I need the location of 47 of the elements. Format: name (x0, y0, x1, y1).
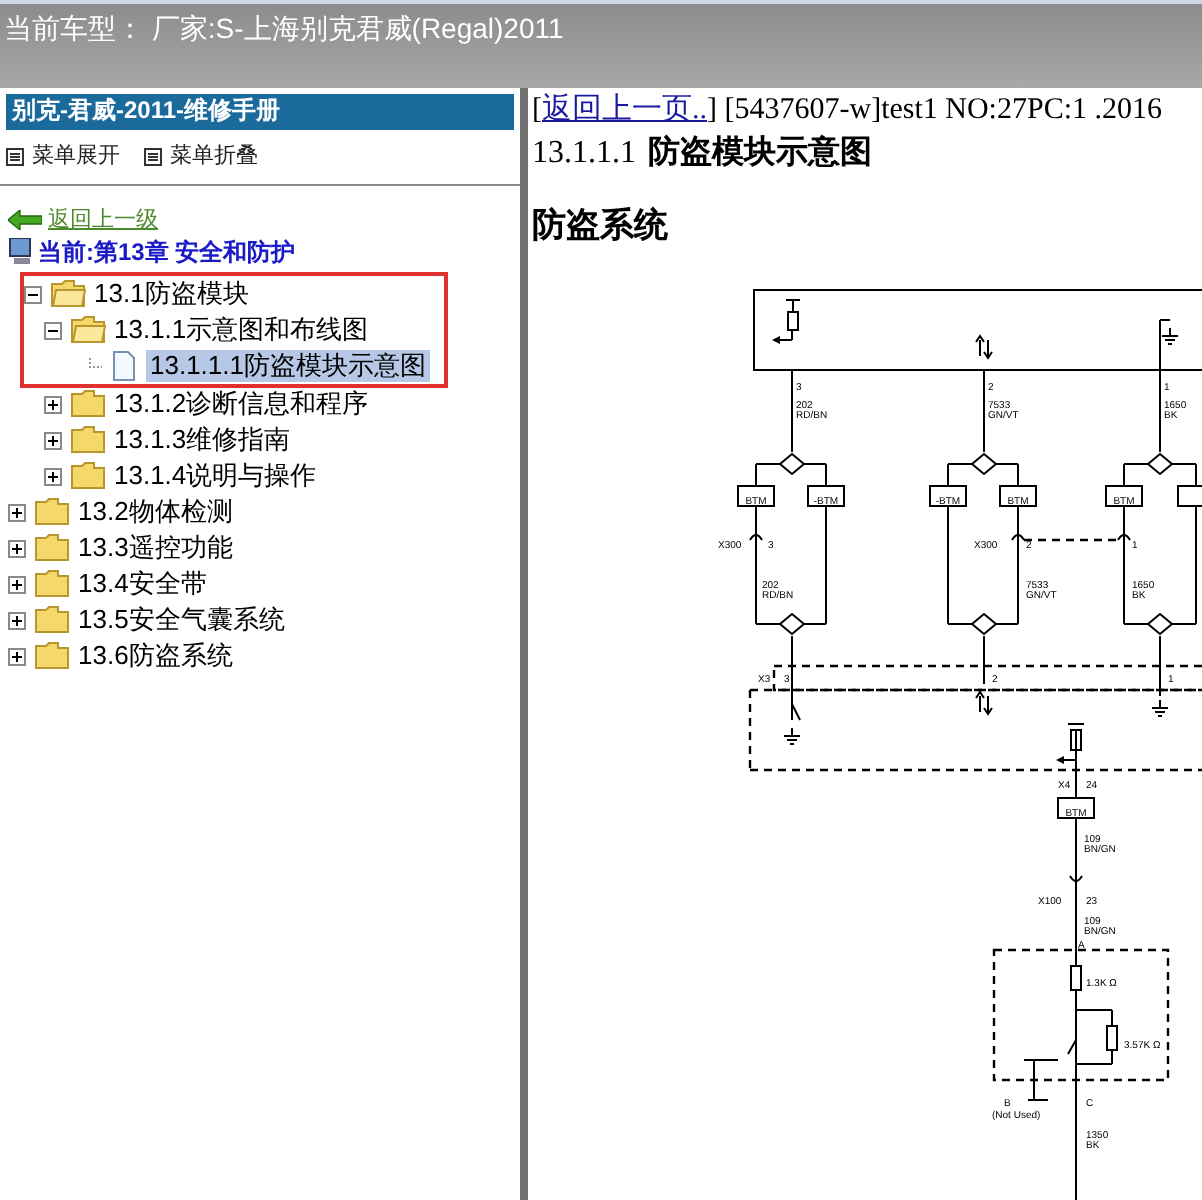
tree-item[interactable]: 13.4安全带 (74, 568, 211, 600)
tree-item[interactable]: 13.1.1示意图和布线图 (110, 314, 373, 346)
tree-item[interactable]: 13.1防盗模块 (90, 278, 253, 310)
tree-item[interactable]: 13.1.3维修指南 (110, 424, 295, 456)
back-arrow-icon[interactable] (8, 210, 42, 230)
tree-item[interactable]: 13.3遥控功能 (74, 532, 237, 564)
expand-icon[interactable] (44, 431, 62, 449)
menu-toggle-button[interactable]: 菜单展开 (6, 139, 120, 173)
tree-item[interactable]: 13.2物体检测 (74, 496, 237, 528)
folder-icon (70, 424, 106, 456)
tree-item[interactable]: 13.1.1.1防盗模块示意图 (146, 350, 430, 382)
section-heading: 防盗系统 (532, 204, 668, 248)
manual-title: 别克-君威-2011-维修手册 (6, 94, 514, 130)
list-icon (144, 147, 162, 165)
expand-icon[interactable] (44, 467, 62, 485)
open-folder-icon (70, 314, 106, 346)
folder-icon (70, 460, 106, 492)
expand-icon[interactable] (8, 539, 26, 557)
folder-icon (34, 604, 70, 636)
tree-item[interactable]: 13.5安全气囊系统 (74, 604, 289, 636)
open-folder-icon (50, 278, 86, 310)
current-chapter: 当前:第13章 安全和防护 (38, 236, 296, 270)
document-info: ] [5437607-w]test1 NO:27PC:1 .2016 (707, 92, 1162, 130)
expand-icon[interactable] (8, 611, 26, 629)
folder-icon (34, 496, 70, 528)
back-up-link[interactable]: 返回上一级 (48, 203, 158, 237)
section-number: 13.1.1.1 (532, 134, 636, 174)
menu-toggle-button[interactable]: 菜单折叠 (144, 139, 258, 173)
expand-icon[interactable] (8, 575, 26, 593)
section-title: 防盗模块示意图 (648, 132, 872, 174)
folder-icon (34, 568, 70, 600)
folder-icon (34, 532, 70, 564)
expand-icon[interactable] (8, 647, 26, 665)
folder-icon (70, 388, 106, 420)
expand-icon[interactable] (8, 503, 26, 521)
computer-icon (8, 238, 34, 266)
folder-icon (34, 640, 70, 672)
tree-item[interactable]: 13.6防盗系统 (74, 640, 237, 672)
tree-item[interactable]: 13.1.2诊断信息和程序 (110, 388, 373, 420)
bracket: [ (532, 92, 542, 130)
vehicle-model-title: 当前车型： 厂家:S-上海别克君威(Regal)2011 (4, 10, 564, 46)
back-page-link[interactable]: 返回上一页.. (542, 92, 707, 130)
collapse-icon[interactable] (24, 285, 42, 303)
collapse-icon[interactable] (44, 321, 62, 339)
list-icon (6, 147, 24, 165)
expand-icon[interactable] (44, 395, 62, 413)
tree-item[interactable]: 13.1.4说明与操作 (110, 460, 321, 492)
